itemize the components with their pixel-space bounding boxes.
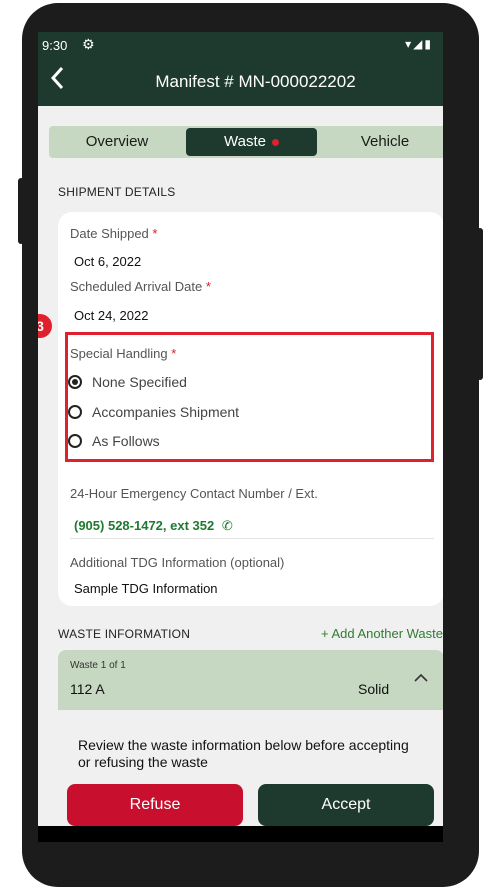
waste-code: 112 A [70, 681, 105, 697]
chevron-up-icon[interactable] [414, 670, 428, 688]
annotation-step-badge: 3 [38, 314, 52, 338]
tab-overview[interactable]: Overview [49, 126, 185, 158]
accept-button[interactable]: Accept [258, 784, 434, 826]
tdg-info-label: Additional TDG Information (optional) [70, 555, 285, 570]
waste-counter: Waste 1 of 1 [70, 660, 126, 671]
annotation-highlight-box [65, 332, 434, 462]
tab-vehicle[interactable]: Vehicle [317, 126, 443, 158]
waste-information-heading: WASTE INFORMATION [58, 627, 191, 641]
arrival-date-value[interactable]: Oct 24, 2022 [74, 308, 148, 323]
emergency-contact-value[interactable]: (905) 528-1472, ext 352 ✆ [74, 518, 233, 534]
status-icons: ▾◢▮ [405, 37, 433, 51]
gear-icon: ⚙ [82, 36, 95, 52]
status-time: 9:30 [42, 38, 68, 53]
arrival-date-label: Scheduled Arrival Date * [70, 279, 211, 294]
tab-overview-label: Overview [85, 133, 149, 150]
tab-vehicle-label: Vehicle [360, 133, 410, 150]
phone-icon[interactable]: ✆ [222, 518, 233, 533]
status-bar: 9:30 ⚙ ▾◢▮ [38, 32, 443, 58]
app-bar: Manifest # MN-000022202 [38, 58, 443, 106]
tab-waste-label: Waste [224, 133, 266, 150]
refuse-button[interactable]: Refuse [67, 784, 243, 826]
app-screen: 9:30 ⚙ ▾◢▮ Manifest # MN-000022202 Overv… [38, 32, 443, 842]
waste-item-header[interactable]: Waste 1 of 1 112 A Solid [58, 650, 443, 710]
tab-waste[interactable]: Waste [186, 128, 317, 156]
tab-bar: Overview Waste Vehicle [49, 126, 443, 158]
page-title: Manifest # MN-000022202 [155, 72, 356, 91]
emergency-contact-label: 24-Hour Emergency Contact Number / Ext. [70, 486, 318, 501]
system-nav-bar [38, 826, 443, 842]
phone-side-button-left [18, 178, 24, 244]
add-another-waste-link[interactable]: + Add Another Waste [321, 626, 443, 641]
date-shipped-label: Date Shipped * [70, 226, 158, 241]
phone-side-button-right [477, 228, 483, 380]
review-instructions: Review the waste information below befor… [78, 737, 409, 770]
shipment-details-heading: SHIPMENT DETAILS [58, 185, 176, 199]
tdg-info-value[interactable]: Sample TDG Information [74, 581, 218, 596]
date-shipped-value[interactable]: Oct 6, 2022 [74, 254, 141, 269]
divider [70, 538, 434, 539]
waste-type: Solid [358, 681, 390, 697]
alert-dot-icon [271, 138, 279, 146]
